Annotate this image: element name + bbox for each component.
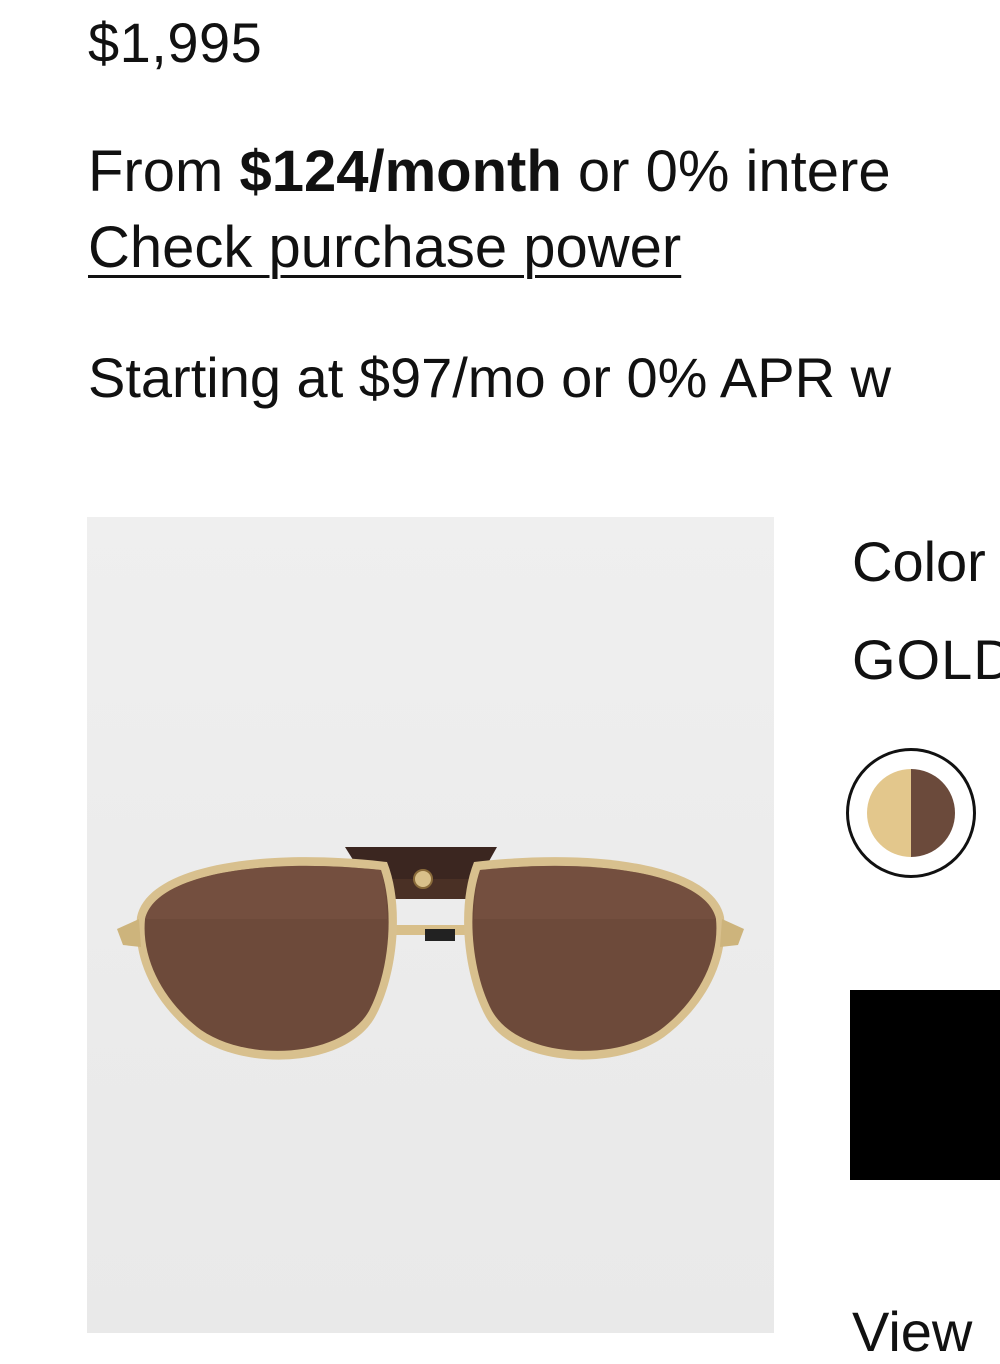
color-label: Color: [852, 530, 986, 593]
financing-monthly-amount: $124/month: [239, 139, 562, 204]
check-purchase-power-link[interactable]: Check purchase power: [88, 210, 681, 286]
add-to-bag-button[interactable]: [850, 990, 1000, 1180]
starting-offer-text: Starting at $97/mo or 0% APR w: [88, 346, 892, 409]
aviator-sunglasses-product-image: [117, 847, 744, 1060]
product-image[interactable]: [87, 517, 774, 1333]
financing-suffix: or 0% intere: [561, 139, 891, 204]
color-swatch-gold[interactable]: [846, 748, 976, 878]
financing-prefix: From: [88, 139, 240, 204]
selected-color-value: GOLD: [852, 628, 1000, 691]
swatch-brown-half: [911, 769, 955, 857]
product-price: $1,995: [88, 11, 263, 74]
swatch-color-circle: [867, 769, 955, 857]
view-link[interactable]: View: [852, 1300, 972, 1364]
financing-info: From $124/month or 0% intere Check purch…: [88, 134, 1000, 286]
swatch-gold-half: [867, 769, 911, 857]
